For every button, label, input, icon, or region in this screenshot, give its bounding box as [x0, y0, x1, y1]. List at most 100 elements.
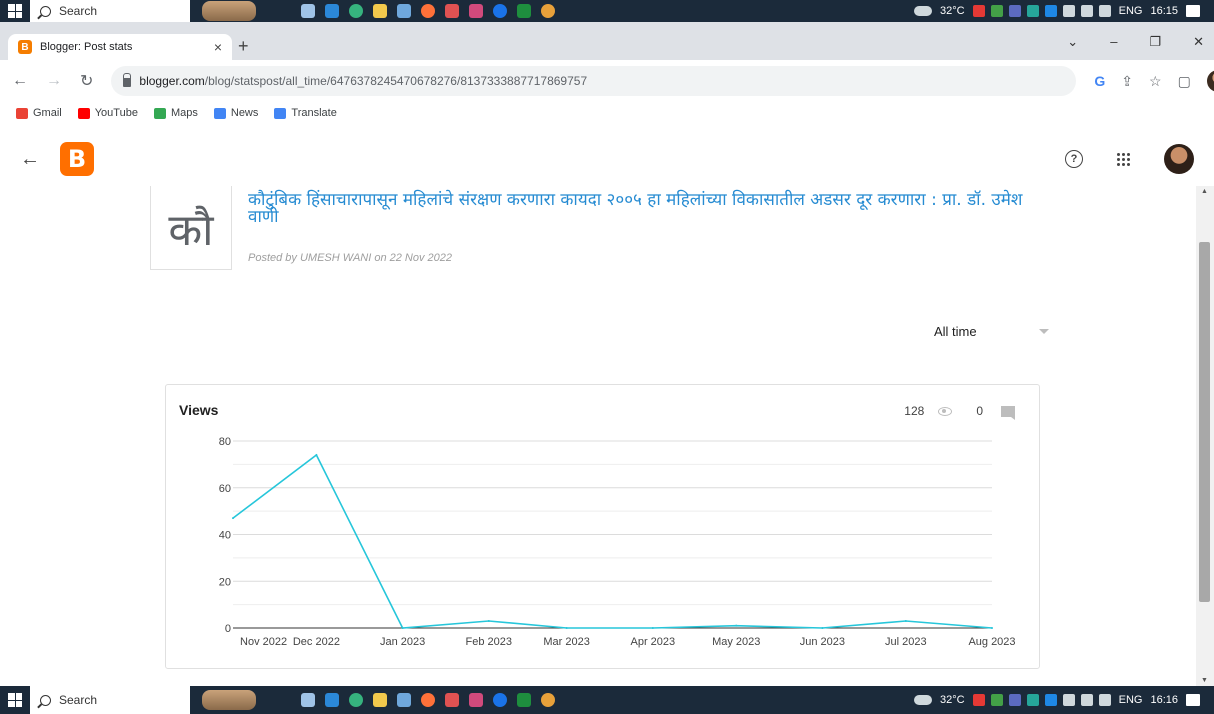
store-icon[interactable]: [397, 4, 411, 18]
file-explorer-icon[interactable]: [373, 693, 387, 707]
back-arrow-icon[interactable]: ←: [20, 148, 40, 171]
bookmark-translate[interactable]: Translate: [274, 107, 337, 119]
battery-icon[interactable]: [1062, 5, 1075, 17]
firefox-icon[interactable]: [421, 693, 435, 707]
post-title[interactable]: कौटुंबिक हिंसाचारापासून महिलांचे संरक्षण…: [248, 192, 1048, 226]
task-view-icon[interactable]: [301, 693, 315, 707]
tab-blogger-post-stats[interactable]: B Blogger: Post stats ×: [8, 34, 232, 60]
file-explorer-icon[interactable]: [373, 4, 387, 18]
bookmarks-bar: Gmail YouTube Maps News Translate: [0, 102, 1214, 124]
language-indicator[interactable]: ENG: [1119, 5, 1143, 17]
help-icon[interactable]: ?: [1065, 150, 1083, 168]
forward-arrow-icon[interactable]: →: [46, 72, 62, 90]
views-series-line: [232, 453, 993, 629]
address-bar[interactable]: blogger.com/blog/statspost/all_time/6476…: [111, 66, 1077, 96]
tab-close-icon[interactable]: ×: [214, 39, 222, 55]
google-apps-icon[interactable]: [1117, 152, 1130, 166]
taskbar-search[interactable]: Search: [30, 686, 190, 714]
system-tray: 32°C ENG 16:16: [914, 694, 1214, 706]
excel-icon[interactable]: [517, 693, 531, 707]
wifi-icon[interactable]: [1080, 5, 1093, 17]
search-highlight-image[interactable]: [202, 1, 256, 21]
volume-icon[interactable]: [1098, 694, 1111, 706]
tray-app-icon[interactable]: [972, 694, 985, 706]
taskbar-search[interactable]: Search: [30, 0, 190, 22]
bluetooth-icon[interactable]: [1044, 5, 1057, 17]
news-icon: [213, 107, 226, 119]
search-highlight-image[interactable]: [202, 690, 256, 710]
scroll-up-icon[interactable]: ▲: [1201, 188, 1208, 195]
scroll-thumb[interactable]: [1199, 242, 1210, 602]
tray-app-icon[interactable]: [1008, 5, 1021, 17]
tab-search-chevron-down-icon[interactable]: ⌄: [1067, 34, 1078, 50]
weather-temp[interactable]: 32°C: [940, 694, 965, 706]
minimize-button[interactable]: –: [1110, 34, 1117, 50]
translate-icon: [274, 107, 287, 119]
share-icon[interactable]: ⇪: [1121, 73, 1133, 90]
tray-app-icon[interactable]: [1008, 694, 1021, 706]
back-arrow-icon[interactable]: ←: [12, 72, 28, 90]
tray-app-icon[interactable]: [972, 5, 985, 17]
close-window-button[interactable]: ✕: [1193, 34, 1204, 50]
edge-icon[interactable]: [349, 4, 363, 18]
mail-icon[interactable]: [325, 693, 339, 707]
post-thumbnail: कौ: [150, 186, 232, 270]
bookmark-youtube[interactable]: YouTube: [77, 107, 138, 119]
tray-app-icon[interactable]: [990, 5, 1003, 17]
bluetooth-icon[interactable]: [1044, 694, 1057, 706]
toolbar: ← → ↻ blogger.com/blog/statspost/all_tim…: [0, 60, 1214, 102]
volume-icon[interactable]: [1098, 5, 1111, 17]
start-button[interactable]: [0, 0, 30, 22]
app-pink-icon[interactable]: [469, 4, 483, 18]
excel-icon[interactable]: [517, 4, 531, 18]
google-lens-icon[interactable]: G: [1094, 73, 1105, 89]
restore-button[interactable]: ❐: [1149, 34, 1161, 50]
store-icon[interactable]: [397, 693, 411, 707]
app-red-icon[interactable]: [445, 693, 459, 707]
wifi-icon[interactable]: [1080, 694, 1093, 706]
app-blue-icon[interactable]: [493, 693, 507, 707]
mail-icon[interactable]: [325, 4, 339, 18]
scroll-down-icon[interactable]: ▼: [1201, 677, 1208, 684]
edge-icon[interactable]: [349, 693, 363, 707]
reload-icon[interactable]: ↻: [80, 71, 93, 91]
app-red-icon[interactable]: [445, 4, 459, 18]
new-tab-button[interactable]: +: [238, 36, 249, 57]
bookmark-news[interactable]: News: [213, 107, 258, 119]
tray-app-icon[interactable]: [1026, 694, 1039, 706]
weather-temp[interactable]: 32°C: [940, 5, 965, 17]
clock[interactable]: 16:15: [1150, 5, 1178, 17]
profile-avatar[interactable]: [1206, 70, 1214, 92]
page-scrollbar[interactable]: ▲ ▼: [1196, 186, 1214, 686]
bookmark-star-icon[interactable]: ☆: [1149, 73, 1162, 90]
clock[interactable]: 16:16: [1150, 694, 1178, 706]
y-tick-label: 20: [219, 576, 231, 588]
bookmark-label: Maps: [170, 107, 198, 119]
app-pink-icon[interactable]: [469, 693, 483, 707]
views-count: 128: [904, 404, 925, 418]
x-tick-label: Feb 2023: [466, 636, 512, 648]
notification-icon[interactable]: [1186, 5, 1200, 17]
chrome-icon[interactable]: [541, 693, 555, 707]
y-tick-label: 40: [219, 530, 231, 542]
tray-app-icon[interactable]: [990, 694, 1003, 706]
blogger-logo-icon[interactable]: B: [60, 142, 94, 176]
notification-icon[interactable]: [1186, 694, 1200, 706]
y-tick-label: 60: [219, 483, 231, 495]
bookmark-maps[interactable]: Maps: [153, 107, 198, 119]
avatar[interactable]: [1164, 144, 1194, 174]
firefox-icon[interactable]: [421, 4, 435, 18]
language-indicator[interactable]: ENG: [1119, 694, 1143, 706]
battery-icon[interactable]: [1062, 694, 1075, 706]
x-tick-label: Aug 2023: [968, 636, 1015, 648]
task-view-icon[interactable]: [301, 4, 315, 18]
time-range-select[interactable]: All time: [934, 324, 1049, 339]
weather-icon: [914, 695, 933, 705]
start-button[interactable]: [0, 686, 30, 714]
lock-icon[interactable]: [122, 73, 132, 87]
bookmark-gmail[interactable]: Gmail: [16, 107, 62, 119]
tray-app-icon[interactable]: [1026, 5, 1039, 17]
side-panel-icon[interactable]: ▢: [1178, 73, 1191, 90]
chrome-icon[interactable]: [541, 4, 555, 18]
app-blue-icon[interactable]: [493, 4, 507, 18]
